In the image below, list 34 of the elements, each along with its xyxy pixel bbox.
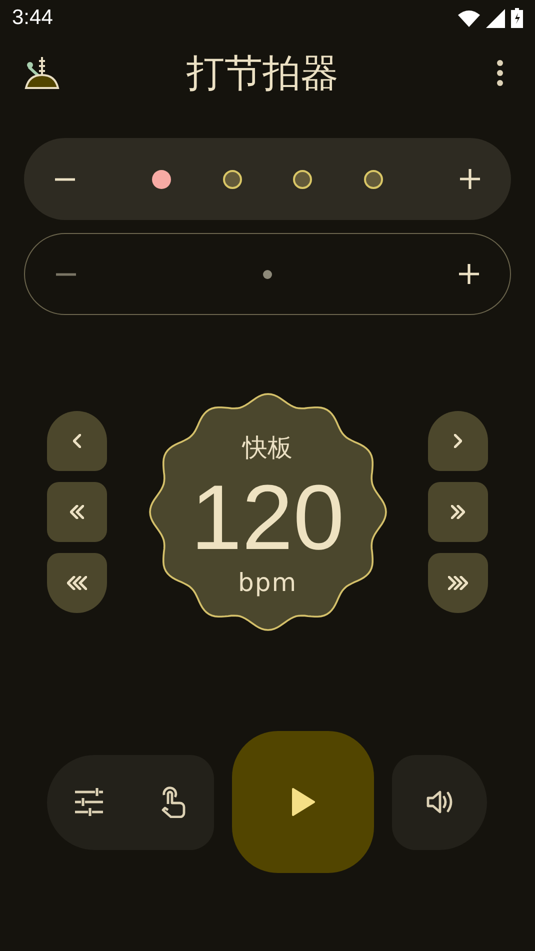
subdivision-dot[interactable] (263, 270, 272, 278)
app-title: 打节拍器 (186, 50, 340, 96)
beat-dot[interactable] (293, 170, 312, 188)
signal-icon (486, 8, 505, 28)
status-time: 3:44 (12, 6, 53, 30)
chevron-right-icon (454, 434, 462, 448)
minus-icon (54, 178, 76, 180)
wifi-icon (458, 10, 480, 26)
app-logo-icon (24, 55, 60, 91)
triple-chevron-right-icon (448, 576, 468, 590)
beat-dot[interactable] (222, 170, 242, 188)
double-chevron-left-icon (70, 505, 84, 519)
play-icon (291, 788, 315, 816)
increase-button[interactable] (458, 264, 480, 284)
increase-tempo-button[interactable] (428, 553, 488, 613)
tempo-marking: 快板 (242, 432, 292, 464)
beat-dot[interactable] (152, 170, 171, 188)
decrease-tempo-button[interactable] (47, 553, 107, 613)
beat-dot[interactable] (364, 170, 384, 188)
minus-icon (55, 272, 77, 276)
bpm-value: 120 (190, 472, 344, 564)
plus-icon (458, 264, 480, 284)
triple-chevron-left-icon (67, 576, 87, 590)
plus-icon (459, 169, 481, 189)
battery-icon (511, 8, 523, 28)
settings-icon[interactable] (74, 788, 104, 816)
increase-tempo-button[interactable] (428, 482, 488, 542)
decrease-tempo-button[interactable] (47, 482, 107, 542)
bpm-unit: bpm (238, 568, 298, 597)
volume-button[interactable] (392, 754, 487, 850)
increase-button[interactable] (459, 169, 481, 189)
volume-icon (426, 789, 454, 815)
chevron-left-icon (73, 434, 81, 448)
double-chevron-right-icon (451, 505, 465, 519)
